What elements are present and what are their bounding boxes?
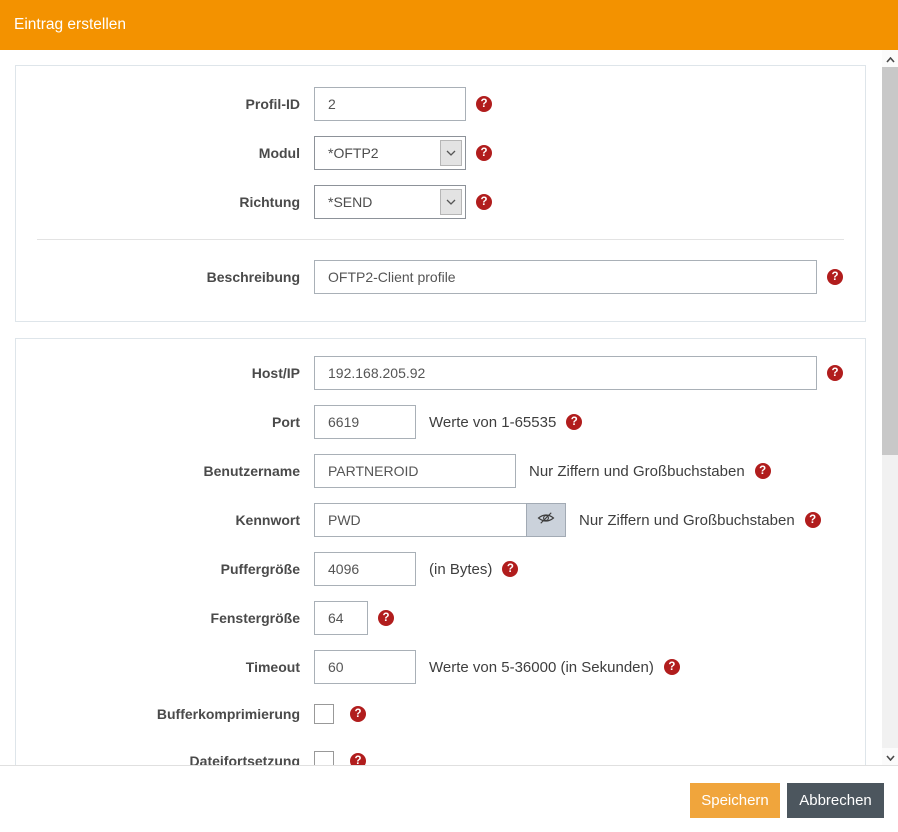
timeout-input[interactable]	[314, 650, 416, 684]
cancel-button[interactable]: Abbrechen	[787, 783, 884, 818]
beschreibung-input[interactable]	[314, 260, 817, 294]
help-icon[interactable]: ?	[476, 96, 492, 112]
help-icon[interactable]: ?	[378, 610, 394, 626]
form-row-richtung: Richtung *SEND ?	[16, 185, 865, 219]
help-icon[interactable]: ?	[350, 753, 366, 765]
scroll-up-button[interactable]	[882, 50, 898, 67]
puffergroesse-hint: (in Bytes)	[429, 561, 492, 578]
help-icon[interactable]: ?	[664, 659, 680, 675]
form-row-profil-id: Profil-ID ?	[16, 87, 865, 121]
help-icon[interactable]: ?	[805, 512, 821, 528]
help-icon[interactable]: ?	[476, 194, 492, 210]
help-icon[interactable]: ?	[476, 145, 492, 161]
form-row-fenstergroesse: Fenstergröße ?	[16, 601, 865, 635]
help-icon[interactable]: ?	[502, 561, 518, 577]
puffergroesse-input[interactable]	[314, 552, 416, 586]
form-row-dateifortsetzung: Dateifortsetzung ?	[16, 751, 865, 765]
host-input[interactable]	[314, 356, 817, 390]
dialog-footer: Speichern Abbrechen	[0, 765, 898, 832]
chevron-down-icon[interactable]	[440, 189, 462, 215]
form-row-host: Host/IP ?	[16, 356, 865, 390]
fenstergroesse-input[interactable]	[314, 601, 368, 635]
panel-connection: Host/IP ? Port Werte von 1-65535 ? Benut…	[15, 338, 866, 765]
dateifortsetzung-checkbox[interactable]	[314, 751, 334, 765]
richtung-select[interactable]: *SEND	[314, 185, 466, 219]
vertical-scrollbar[interactable]	[882, 50, 898, 765]
form-row-port: Port Werte von 1-65535 ?	[16, 405, 865, 439]
modul-selected-value: *OFTP2	[328, 137, 379, 169]
dialog-header: Eintrag erstellen	[0, 0, 898, 50]
dateifortsetzung-label: Dateifortsetzung	[16, 753, 300, 765]
benutzername-label: Benutzername	[16, 463, 300, 479]
help-icon[interactable]: ?	[566, 414, 582, 430]
scroll-down-button[interactable]	[882, 748, 898, 765]
richtung-selected-value: *SEND	[328, 186, 372, 218]
form-row-puffergroesse: Puffergröße (in Bytes) ?	[16, 552, 865, 586]
benutzername-hint: Nur Ziffern und Großbuchstaben	[529, 463, 745, 480]
host-label: Host/IP	[16, 365, 300, 381]
save-button[interactable]: Speichern	[690, 783, 780, 818]
section-divider	[37, 239, 844, 240]
port-input[interactable]	[314, 405, 416, 439]
port-label: Port	[16, 414, 300, 430]
dialog-title: Eintrag erstellen	[14, 0, 126, 50]
port-hint: Werte von 1-65535	[429, 414, 556, 431]
form-row-kennwort: Kennwort Nur Ziffern und Großbuchs	[16, 503, 865, 537]
scrollbar-thumb[interactable]	[882, 67, 898, 455]
puffergroesse-label: Puffergröße	[16, 561, 300, 577]
form-row-timeout: Timeout Werte von 5-36000 (in Sekunden) …	[16, 650, 865, 684]
help-icon[interactable]: ?	[827, 365, 843, 381]
chevron-down-icon	[886, 748, 895, 766]
kennwort-input[interactable]	[314, 503, 527, 537]
help-icon[interactable]: ?	[827, 269, 843, 285]
kennwort-label: Kennwort	[16, 512, 300, 528]
timeout-hint: Werte von 5-36000 (in Sekunden)	[429, 659, 654, 676]
richtung-label: Richtung	[16, 194, 300, 210]
eye-slash-icon	[537, 511, 555, 530]
beschreibung-label: Beschreibung	[16, 269, 300, 285]
kennwort-hint: Nur Ziffern und Großbuchstaben	[579, 512, 795, 529]
form-row-benutzername: Benutzername Nur Ziffern und Großbuchsta…	[16, 454, 865, 488]
help-icon[interactable]: ?	[755, 463, 771, 479]
bufferkomprimierung-checkbox[interactable]	[314, 704, 334, 724]
profil-id-label: Profil-ID	[16, 96, 300, 112]
chevron-down-icon[interactable]	[440, 140, 462, 166]
form-row-modul: Modul *OFTP2 ?	[16, 136, 865, 170]
timeout-label: Timeout	[16, 659, 300, 675]
fenstergroesse-label: Fenstergröße	[16, 610, 300, 626]
benutzername-input[interactable]	[314, 454, 516, 488]
form-row-beschreibung: Beschreibung ?	[16, 260, 865, 294]
panel-general: Profil-ID ? Modul *OFTP2 ? Richtung *SEN…	[15, 65, 866, 322]
modul-select[interactable]: *OFTP2	[314, 136, 466, 170]
modul-label: Modul	[16, 145, 300, 161]
form-row-bufferkomprimierung: Bufferkomprimierung ?	[16, 704, 865, 724]
profil-id-input[interactable]	[314, 87, 466, 121]
password-visibility-toggle[interactable]	[526, 503, 566, 537]
chevron-up-icon	[886, 50, 895, 68]
help-icon[interactable]: ?	[350, 706, 366, 722]
dialog-eintrag-erstellen: Eintrag erstellen Profil-ID ? Modul *OFT…	[0, 0, 898, 832]
password-group	[314, 503, 566, 537]
bufferkomprimierung-label: Bufferkomprimierung	[16, 706, 300, 722]
dialog-content: Profil-ID ? Modul *OFTP2 ? Richtung *SEN…	[0, 50, 882, 765]
